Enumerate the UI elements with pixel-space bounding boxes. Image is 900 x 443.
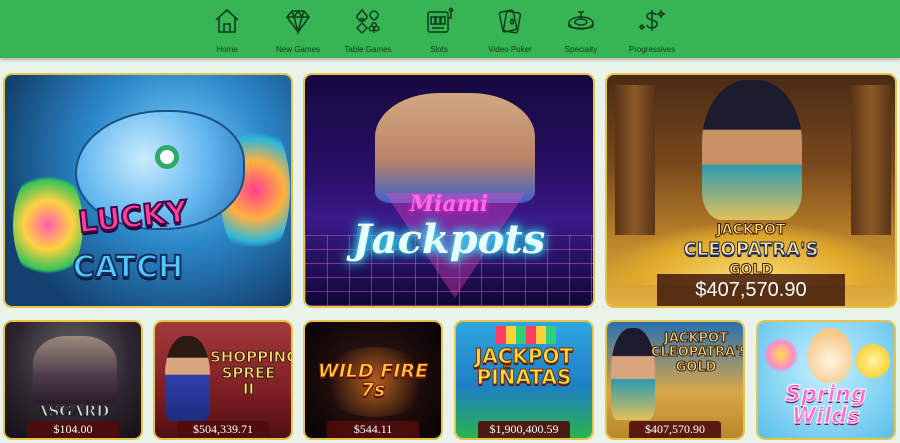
nav-item-home[interactable]: Home bbox=[188, 4, 266, 56]
nav-item-video-poker[interactable]: Video Poker bbox=[471, 4, 549, 56]
nav-label-home: Home bbox=[216, 45, 238, 54]
game-tile-wild-fire-7s[interactable]: WILD FIRE 7s $544.11 bbox=[303, 320, 443, 440]
jackpot-amount: $1,900,400.59 bbox=[478, 421, 570, 438]
game-tile-jackpot-pinatas[interactable]: JACKPOT PIÑATAS $1,900,400.59 bbox=[454, 320, 594, 440]
slot-machine-icon bbox=[427, 7, 454, 33]
shark-eye bbox=[155, 145, 179, 169]
game-tile-jackpot-cleopatras-gold-featured[interactable]: JACKPOT CLEOPATRA'S GOLD $407,570.90 bbox=[605, 73, 897, 308]
chick-character bbox=[856, 344, 890, 378]
jackpot-amount: $504,339.71 bbox=[177, 421, 269, 438]
nav-item-table-games[interactable]: Table Games bbox=[329, 4, 407, 56]
nav-item-specialty[interactable]: Specialty bbox=[542, 4, 620, 56]
top-nav: Home New Games Table Games Slots Video P… bbox=[0, 0, 900, 58]
nav-label-slots: Slots bbox=[430, 45, 448, 54]
bunny-character bbox=[808, 328, 852, 383]
cleopatra-figure bbox=[702, 80, 802, 220]
dollar-sparkle-icon bbox=[638, 9, 666, 31]
characters-group bbox=[375, 93, 535, 203]
nav-label-progressives: Progressives bbox=[628, 45, 676, 54]
flower-decoration bbox=[764, 338, 798, 372]
nav-label-table-games: Table Games bbox=[344, 45, 392, 54]
game-tile-spring-wilds[interactable]: Spring Wilds bbox=[756, 320, 896, 440]
playing-cards-icon bbox=[498, 9, 522, 34]
pinatas-title: JACKPOT PIÑATAS bbox=[474, 344, 574, 389]
jackpot-amount: $407,570.90 bbox=[629, 421, 721, 438]
game-tile-jackpot-cleopatras-gold[interactable]: JACKPOT CLEOPATRA'S GOLD $407,570.90 bbox=[605, 320, 745, 440]
asgard-title: ASGARD bbox=[36, 402, 110, 420]
pinata-decoration bbox=[496, 326, 556, 344]
cleopatra-small-title: JACKPOT CLEOPATRA'S GOLD bbox=[651, 331, 745, 375]
card-suits-icon bbox=[355, 8, 380, 35]
cleopatra-title-line1: JACKPOT bbox=[716, 222, 786, 238]
lucky-catch-title-line2: CATCH bbox=[72, 250, 185, 285]
spring-wilds-title: Spring Wilds bbox=[785, 382, 867, 429]
nav-label-video-poker: Video Poker bbox=[488, 45, 532, 54]
jackpot-amount: $407,570.90 bbox=[657, 274, 845, 306]
nav-item-progressives[interactable]: Progressives bbox=[613, 4, 691, 56]
nav-item-new-games[interactable]: New Games bbox=[259, 4, 337, 56]
shopper-figure bbox=[165, 336, 210, 421]
wild-fire-title: WILD FIRE 7s bbox=[317, 360, 429, 401]
game-tile-miami-jackpots[interactable]: Miami Jackpots bbox=[303, 73, 595, 308]
game-tile-asgard[interactable]: ASGARD $104.00 bbox=[3, 320, 143, 440]
nav-label-specialty: Specialty bbox=[564, 45, 598, 54]
temple-columns bbox=[615, 85, 655, 235]
miami-jackpots-title-line2: Jackpots bbox=[352, 216, 546, 263]
nav-label-new-games: New Games bbox=[275, 45, 320, 54]
game-tile-shopping-spree-ii[interactable]: SHOPPING SPREE II $504,339.71 bbox=[153, 320, 293, 440]
miami-jackpots-title-line1: Miami bbox=[409, 191, 489, 217]
jackpot-amount: $104.00 bbox=[27, 421, 119, 438]
jackpot-amount: $544.11 bbox=[327, 421, 419, 438]
cleopatra-title-line2: CLEOPATRA'S bbox=[683, 239, 819, 260]
nav-item-slots[interactable]: Slots bbox=[400, 4, 478, 56]
game-tile-lucky-catch[interactable]: LUCKY CATCH bbox=[3, 73, 293, 308]
diamond-icon bbox=[285, 9, 311, 36]
temple-columns bbox=[851, 85, 891, 235]
warriors-figures bbox=[33, 336, 117, 404]
home-icon bbox=[215, 8, 239, 33]
cleopatra-figure bbox=[611, 328, 655, 420]
roulette-icon bbox=[568, 11, 594, 30]
shopping-spree-title: SHOPPING SPREE II bbox=[210, 348, 293, 398]
